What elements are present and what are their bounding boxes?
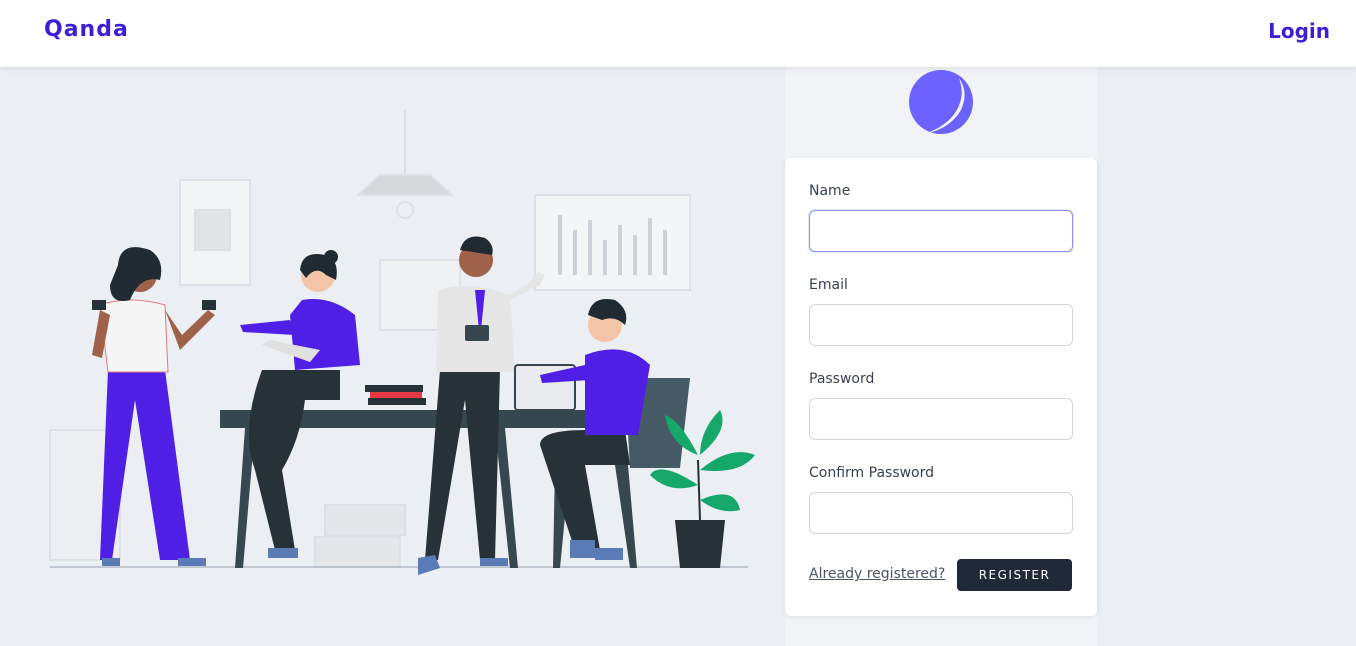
register-button[interactable]: REGISTER bbox=[957, 559, 1072, 591]
name-label: Name bbox=[809, 183, 851, 199]
top-navbar: Qanda Login bbox=[0, 0, 1356, 67]
login-link[interactable]: Login bbox=[1268, 19, 1330, 43]
register-panel: Name Email Password Confirm Password Alr… bbox=[785, 67, 1097, 646]
brand-logo-text[interactable]: Qanda bbox=[44, 17, 129, 42]
app-logo-icon bbox=[909, 70, 973, 134]
email-label: Email bbox=[809, 277, 848, 293]
confirm-password-label: Confirm Password bbox=[809, 465, 935, 481]
woman-with-coffee-icon bbox=[92, 247, 216, 566]
team-illustration bbox=[49, 110, 755, 575]
name-input[interactable] bbox=[809, 210, 1073, 252]
man-at-laptop-icon bbox=[514, 299, 690, 568]
register-form-card: Name Email Password Confirm Password Alr… bbox=[785, 158, 1097, 616]
confirm-password-input[interactable] bbox=[809, 492, 1073, 534]
already-registered-link[interactable]: Already registered? bbox=[809, 566, 945, 582]
email-input[interactable] bbox=[809, 304, 1073, 346]
password-input[interactable] bbox=[809, 398, 1073, 440]
password-label: Password bbox=[809, 371, 875, 387]
